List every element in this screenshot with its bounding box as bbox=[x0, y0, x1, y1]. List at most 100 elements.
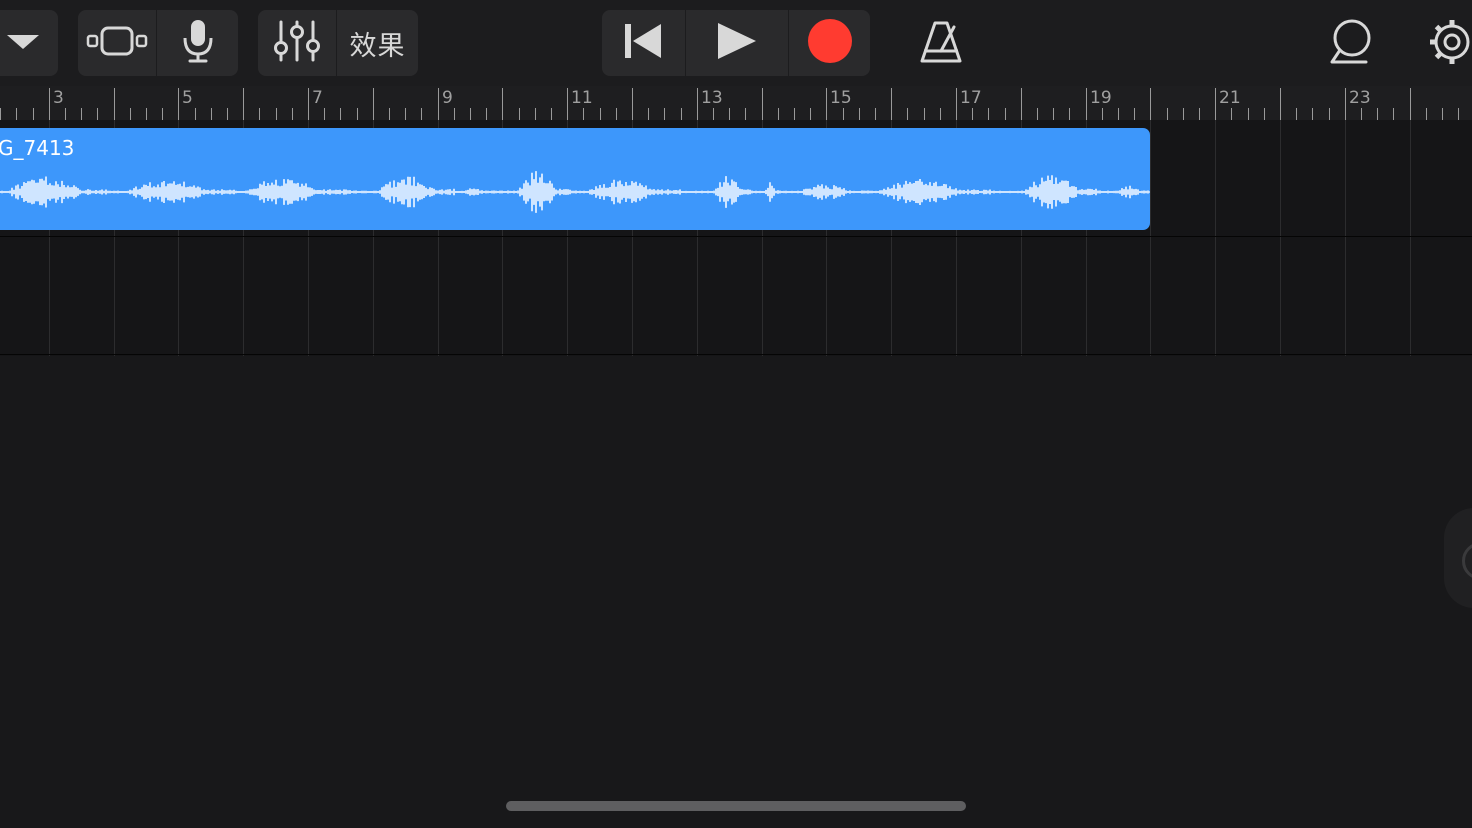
bar-grid-line bbox=[1215, 120, 1216, 356]
beat-tick bbox=[0, 108, 1, 120]
beat-tick bbox=[211, 108, 212, 120]
beat-tick bbox=[1134, 108, 1135, 120]
beat-tick bbox=[924, 108, 925, 120]
bar-tick bbox=[956, 88, 957, 120]
beat-tick bbox=[130, 108, 131, 120]
beat-tick bbox=[16, 108, 17, 120]
go-to-start-icon bbox=[621, 21, 665, 65]
bar-tick bbox=[49, 88, 50, 120]
bar-number: 23 bbox=[1349, 88, 1371, 108]
view-menu-button[interactable] bbox=[0, 10, 58, 76]
bar-grid-line bbox=[1280, 120, 1281, 356]
bar-grid-line bbox=[1410, 120, 1411, 356]
effects-button[interactable]: 效果 bbox=[337, 10, 418, 76]
beat-tick bbox=[843, 108, 844, 120]
beat-tick bbox=[519, 108, 520, 120]
waveform bbox=[0, 171, 1150, 213]
bar-number: 7 bbox=[312, 88, 323, 108]
beat-tick bbox=[421, 108, 422, 120]
beat-tick bbox=[1167, 108, 1168, 120]
bar-tick bbox=[438, 88, 439, 120]
beat-tick bbox=[1264, 108, 1265, 120]
bar-tick bbox=[178, 88, 179, 120]
loop-browser-icon bbox=[1326, 18, 1376, 70]
beat-tick bbox=[1458, 108, 1459, 120]
beat-tick bbox=[713, 108, 714, 120]
beat-tick bbox=[227, 108, 228, 120]
bar-number: 3 bbox=[53, 88, 64, 108]
beat-tick bbox=[33, 108, 34, 120]
bar-number: 19 bbox=[1090, 88, 1112, 108]
bar-tick bbox=[762, 88, 763, 120]
bar-tick bbox=[826, 88, 827, 120]
beat-tick bbox=[535, 108, 536, 120]
bar-number: 15 bbox=[830, 88, 852, 108]
beat-tick bbox=[859, 108, 860, 120]
tracks-area[interactable]: G_7413 bbox=[0, 120, 1472, 356]
input-monitor-button[interactable] bbox=[157, 10, 238, 76]
beat-tick bbox=[1377, 108, 1378, 120]
go-to-start-button[interactable] bbox=[602, 10, 684, 76]
bar-tick bbox=[567, 88, 568, 120]
microphone-icon bbox=[181, 18, 215, 68]
record-button[interactable] bbox=[789, 10, 870, 76]
metronome-icon bbox=[918, 19, 964, 69]
home-indicator[interactable] bbox=[506, 801, 966, 811]
play-button[interactable] bbox=[686, 10, 788, 76]
bar-number: 13 bbox=[701, 88, 723, 108]
side-scroll-handle[interactable] bbox=[1444, 508, 1472, 608]
bar-tick bbox=[308, 88, 309, 120]
beat-tick bbox=[389, 108, 390, 120]
metronome-button[interactable] bbox=[912, 16, 970, 72]
audio-region[interactable]: G_7413 bbox=[0, 128, 1150, 230]
bar-grid-line bbox=[1345, 120, 1346, 356]
beat-tick bbox=[259, 108, 260, 120]
beat-tick bbox=[1183, 108, 1184, 120]
beat-tick bbox=[1118, 108, 1119, 120]
beat-tick bbox=[340, 108, 341, 120]
bar-number: 11 bbox=[571, 88, 593, 108]
beat-tick bbox=[907, 108, 908, 120]
beat-tick bbox=[810, 108, 811, 120]
beat-tick bbox=[1199, 108, 1200, 120]
beat-tick bbox=[1005, 108, 1006, 120]
bar-tick bbox=[1345, 88, 1346, 120]
mixer-sliders-icon bbox=[273, 19, 321, 67]
settings-button[interactable] bbox=[1426, 16, 1472, 72]
beat-tick bbox=[1296, 108, 1297, 120]
bar-tick bbox=[891, 88, 892, 120]
beat-tick bbox=[1426, 108, 1427, 120]
timeline-ruler[interactable]: 3 5 7 9 11 13 15 17 19 21 23 bbox=[0, 86, 1472, 120]
loop-browser-button[interactable] bbox=[1322, 16, 1380, 72]
beat-tick bbox=[1442, 108, 1443, 120]
region-name: G_7413 bbox=[0, 136, 75, 160]
beat-tick bbox=[162, 108, 163, 120]
bar-tick bbox=[502, 88, 503, 120]
beat-tick bbox=[745, 108, 746, 120]
bar-tick bbox=[243, 88, 244, 120]
beat-tick bbox=[97, 108, 98, 120]
beat-tick bbox=[1393, 108, 1394, 120]
beat-tick bbox=[405, 108, 406, 120]
track-divider bbox=[0, 354, 1472, 355]
beat-tick bbox=[486, 108, 487, 120]
bar-number: 5 bbox=[182, 88, 193, 108]
beat-tick bbox=[1102, 108, 1103, 120]
track-divider bbox=[0, 236, 1472, 237]
track-tools-group bbox=[78, 10, 238, 76]
beat-tick bbox=[65, 108, 66, 120]
bar-grid-line bbox=[1150, 120, 1151, 356]
beat-tick bbox=[1329, 108, 1330, 120]
mixer-button[interactable] bbox=[258, 10, 336, 76]
track-view-icon bbox=[85, 24, 149, 62]
beat-tick bbox=[600, 108, 601, 120]
beat-tick bbox=[454, 108, 455, 120]
beat-tick bbox=[988, 108, 989, 120]
bar-tick bbox=[697, 88, 698, 120]
track-view-button[interactable] bbox=[78, 10, 156, 76]
beat-tick bbox=[195, 108, 196, 120]
bar-tick bbox=[1150, 88, 1151, 120]
beat-tick bbox=[81, 108, 82, 120]
record-icon bbox=[807, 18, 853, 68]
view-menu-chevron-icon bbox=[3, 29, 43, 57]
